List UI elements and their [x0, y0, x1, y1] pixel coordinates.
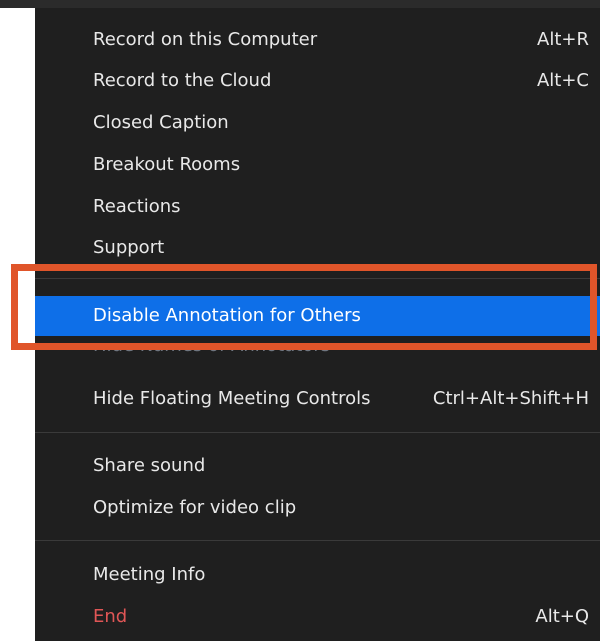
menu-item-optimize-for-video-clip[interactable]: Optimize for video clip: [35, 488, 600, 528]
menu-item-breakout-rooms[interactable]: Breakout Rooms: [35, 145, 600, 185]
menu-item-disable-annotation-for-others[interactable]: Disable Annotation for Others: [35, 296, 600, 336]
menu-item-label: Support: [93, 237, 165, 258]
menu-item-label: Hide Floating Meeting Controls: [93, 388, 371, 409]
menu-item-meeting-info[interactable]: Meeting Info: [35, 555, 600, 595]
menu-separator: [35, 278, 600, 279]
menu-item-record-on-this-computer[interactable]: Record on this Computer Alt+R: [35, 20, 600, 60]
menu-item-hide-names-of-annotators[interactable]: Hide Names of Annotators: [35, 343, 600, 368]
menu-separator: [35, 540, 600, 541]
menu-item-shortcut: Alt+R: [537, 29, 589, 50]
menu-item-label: Optimize for video clip: [93, 497, 297, 518]
menu-item-hide-floating-meeting-controls[interactable]: Hide Floating Meeting Controls Ctrl+Alt+…: [35, 379, 600, 419]
menu-item-reactions[interactable]: Reactions: [35, 187, 600, 227]
menu-item-label: Disable Annotation for Others: [93, 305, 361, 326]
menu-item-support[interactable]: Support: [35, 228, 600, 268]
menu-item-label: Breakout Rooms: [93, 154, 241, 175]
menu-item-end[interactable]: End Alt+Q: [35, 597, 600, 637]
menu-item-shortcut: Alt+Q: [535, 606, 589, 627]
menu-item-record-to-the-cloud[interactable]: Record to the Cloud Alt+C: [35, 61, 600, 101]
menu-item-shortcut: Alt+C: [536, 70, 589, 91]
menu-item-label: Record on this Computer: [93, 29, 318, 50]
menu-item-label: Reactions: [93, 196, 181, 217]
menu-item-label: Share sound: [93, 455, 206, 476]
menu-item-label: Record to the Cloud: [93, 70, 272, 91]
menu-item-share-sound[interactable]: Share sound: [35, 446, 600, 486]
menu-item-label: Meeting Info: [93, 564, 206, 585]
window-frame-top: [0, 0, 600, 8]
menu-item-label: End: [93, 606, 128, 627]
menu-item-label: Closed Caption: [93, 112, 229, 133]
menu-separator: [35, 432, 600, 433]
menu-item-closed-caption[interactable]: Closed Caption: [35, 103, 600, 143]
more-options-menu: Record on this Computer Alt+R Record to …: [35, 8, 600, 641]
menu-item-label: Hide Names of Annotators: [93, 343, 331, 356]
menu-item-shortcut: Ctrl+Alt+Shift+H: [432, 388, 589, 409]
